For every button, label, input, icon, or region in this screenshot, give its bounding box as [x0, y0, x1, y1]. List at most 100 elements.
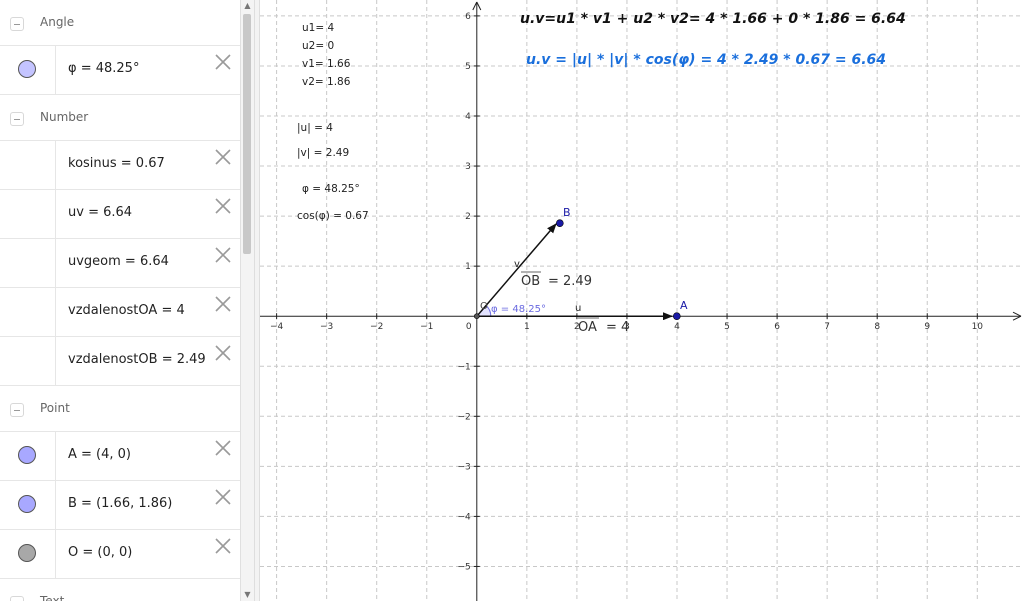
angle-label[interactable]: φ = 48.25°: [491, 304, 546, 315]
marker-cell: [0, 337, 56, 385]
delete-icon[interactable]: [214, 439, 232, 457]
algebra-item[interactable]: A = (4, 0): [0, 432, 240, 481]
text-u2[interactable]: u2= 0: [302, 40, 334, 52]
marker-cell: [0, 288, 56, 336]
x-tick-label: 7: [824, 322, 830, 332]
collapse-icon[interactable]: [10, 596, 24, 601]
text-u1[interactable]: u1= 4: [302, 22, 334, 34]
x-tick-label: 8: [874, 322, 880, 332]
marker-cell: [0, 190, 56, 238]
point-o[interactable]: [474, 313, 480, 320]
collapse-icon[interactable]: [10, 112, 24, 126]
segment-ob-value[interactable]: = 2.49: [548, 274, 592, 289]
marker-cell: [0, 432, 56, 480]
x-tick-label: −1: [420, 322, 433, 332]
algebra-item-text[interactable]: O = (0, 0): [68, 545, 132, 560]
collapse-icon[interactable]: [10, 17, 24, 31]
algebra-item-text[interactable]: kosinus = 0.67: [68, 156, 165, 171]
delete-icon[interactable]: [214, 295, 232, 313]
algebra-item[interactable]: kosinus = 0.67: [0, 141, 240, 190]
vector-u-label[interactable]: u: [575, 303, 581, 314]
algebra-item-text[interactable]: uvgeom = 6.64: [68, 254, 169, 269]
delete-icon[interactable]: [214, 537, 232, 555]
x-tick-label: 10: [972, 322, 984, 332]
algebra-item[interactable]: B = (1.66, 1.86): [0, 481, 240, 530]
group-label: Point: [40, 401, 70, 415]
algebra-item-text[interactable]: uv = 6.64: [68, 205, 132, 220]
point-b[interactable]: [555, 219, 564, 227]
delete-icon[interactable]: [214, 488, 232, 506]
algebra-view: Angle φ = 48.25° Number kosinus = 0.67 uv = …: [0, 0, 240, 601]
scroll-down-icon[interactable]: ▼: [241, 589, 254, 601]
algebra-item-text[interactable]: vzdalenostOA = 4: [68, 303, 185, 318]
collapse-icon[interactable]: [10, 403, 24, 417]
delete-icon[interactable]: [214, 53, 232, 71]
y-tick-label: −3: [458, 462, 471, 472]
x-tick-label: 9: [924, 322, 930, 332]
y-tick-label: 4: [465, 112, 471, 122]
segment-ob-name[interactable]: OB: [521, 274, 540, 289]
algebra-item[interactable]: φ = 48.25°: [0, 46, 240, 95]
x-tick-label: 6: [774, 322, 780, 332]
algebra-item[interactable]: O = (0, 0): [0, 530, 240, 579]
algebra-item[interactable]: uvgeom = 6.64: [0, 239, 240, 288]
vector-v[interactable]: [476, 223, 557, 317]
y-tick-label: 1: [465, 262, 471, 272]
y-tick-label: −2: [458, 412, 471, 422]
x-axis-arrow: [1012, 311, 1022, 317]
visibility-toggle-icon[interactable]: [18, 544, 36, 562]
y-tick-label: −1: [458, 362, 471, 372]
graphics-view[interactable]: −4 −3 −2 −1 0 1 2 3 4 5 6 7 8 9 10 6 5 4 3 2 1 −1 −2 −3 −4 −5 u1=…: [260, 0, 1023, 601]
formula-geometric[interactable]: u.v = |u| * |v| * cos(φ) = 4 * 2.49 * 0.…: [526, 52, 886, 68]
group-label: Number: [40, 110, 89, 124]
visibility-toggle-icon[interactable]: [18, 495, 36, 513]
y-axis-arrow: [476, 1, 482, 11]
segment-oa-name[interactable]: OA: [578, 320, 597, 335]
delete-icon[interactable]: [214, 344, 232, 362]
group-header[interactable]: Text: [0, 579, 240, 601]
y-axis-arrow: [472, 1, 478, 11]
algebra-item-text[interactable]: φ = 48.25°: [68, 61, 139, 76]
y-tick-label: 3: [465, 162, 471, 172]
algebra-item-text[interactable]: A = (4, 0): [68, 447, 131, 462]
algebra-item-text[interactable]: vzdalenostOB = 2.49: [68, 352, 206, 367]
group-header[interactable]: Angle: [0, 0, 240, 46]
point-a-label[interactable]: A: [680, 299, 688, 312]
graphics-canvas[interactable]: −4 −3 −2 −1 0 1 2 3 4 5 6 7 8 9 10654321−1−2−3−4−5 u1=…: [260, 0, 1023, 601]
scroll-up-icon[interactable]: ▲: [241, 0, 254, 12]
algebra-item[interactable]: vzdalenostOA = 4: [0, 288, 240, 337]
x-tick-label: 5: [724, 322, 730, 332]
algebra-item-text[interactable]: B = (1.66, 1.86): [68, 496, 172, 511]
point-b-label[interactable]: B: [563, 206, 571, 219]
visibility-toggle-icon[interactable]: [18, 60, 36, 78]
delete-icon[interactable]: [214, 197, 232, 215]
y-tick-label: −5: [458, 562, 471, 572]
group-header[interactable]: Number: [0, 95, 240, 141]
grid-lines: [260, 0, 1023, 601]
vector-v-label[interactable]: v: [514, 259, 520, 270]
marker-cell: [0, 530, 56, 578]
x-tick-label: 4: [674, 322, 680, 332]
algebra-scrollbar[interactable]: ▲ ▼: [240, 0, 254, 601]
marker-cell: [0, 46, 56, 94]
algebra-item[interactable]: uv = 6.64: [0, 190, 240, 239]
segment-oa-value[interactable]: = 4: [606, 320, 629, 335]
delete-icon[interactable]: [214, 246, 232, 264]
text-v1[interactable]: v1= 1.66: [302, 58, 351, 70]
visibility-toggle-icon[interactable]: [18, 446, 36, 464]
point-o-label[interactable]: O: [480, 301, 488, 312]
text-phi[interactable]: φ = 48.25°: [302, 183, 360, 195]
algebra-item[interactable]: vzdalenostOB = 2.49: [0, 337, 240, 386]
marker-cell: [0, 239, 56, 287]
point-a[interactable]: [672, 312, 681, 321]
formula-algebraic[interactable]: u.v=u1 * v1 + u2 * v2= 4 * 1.66 + 0 * 1.…: [520, 11, 906, 27]
group-header[interactable]: Point: [0, 386, 240, 432]
text-abs-u[interactable]: |u| = 4: [297, 122, 333, 134]
x-tick-label: −4: [270, 322, 284, 332]
delete-icon[interactable]: [214, 148, 232, 166]
text-abs-v[interactable]: |v| = 2.49: [297, 147, 349, 159]
group-label: Text: [40, 594, 65, 601]
text-cos[interactable]: cos(φ) = 0.67: [297, 210, 369, 222]
text-v2[interactable]: v2= 1.86: [302, 76, 351, 88]
scroll-thumb[interactable]: [243, 14, 251, 254]
